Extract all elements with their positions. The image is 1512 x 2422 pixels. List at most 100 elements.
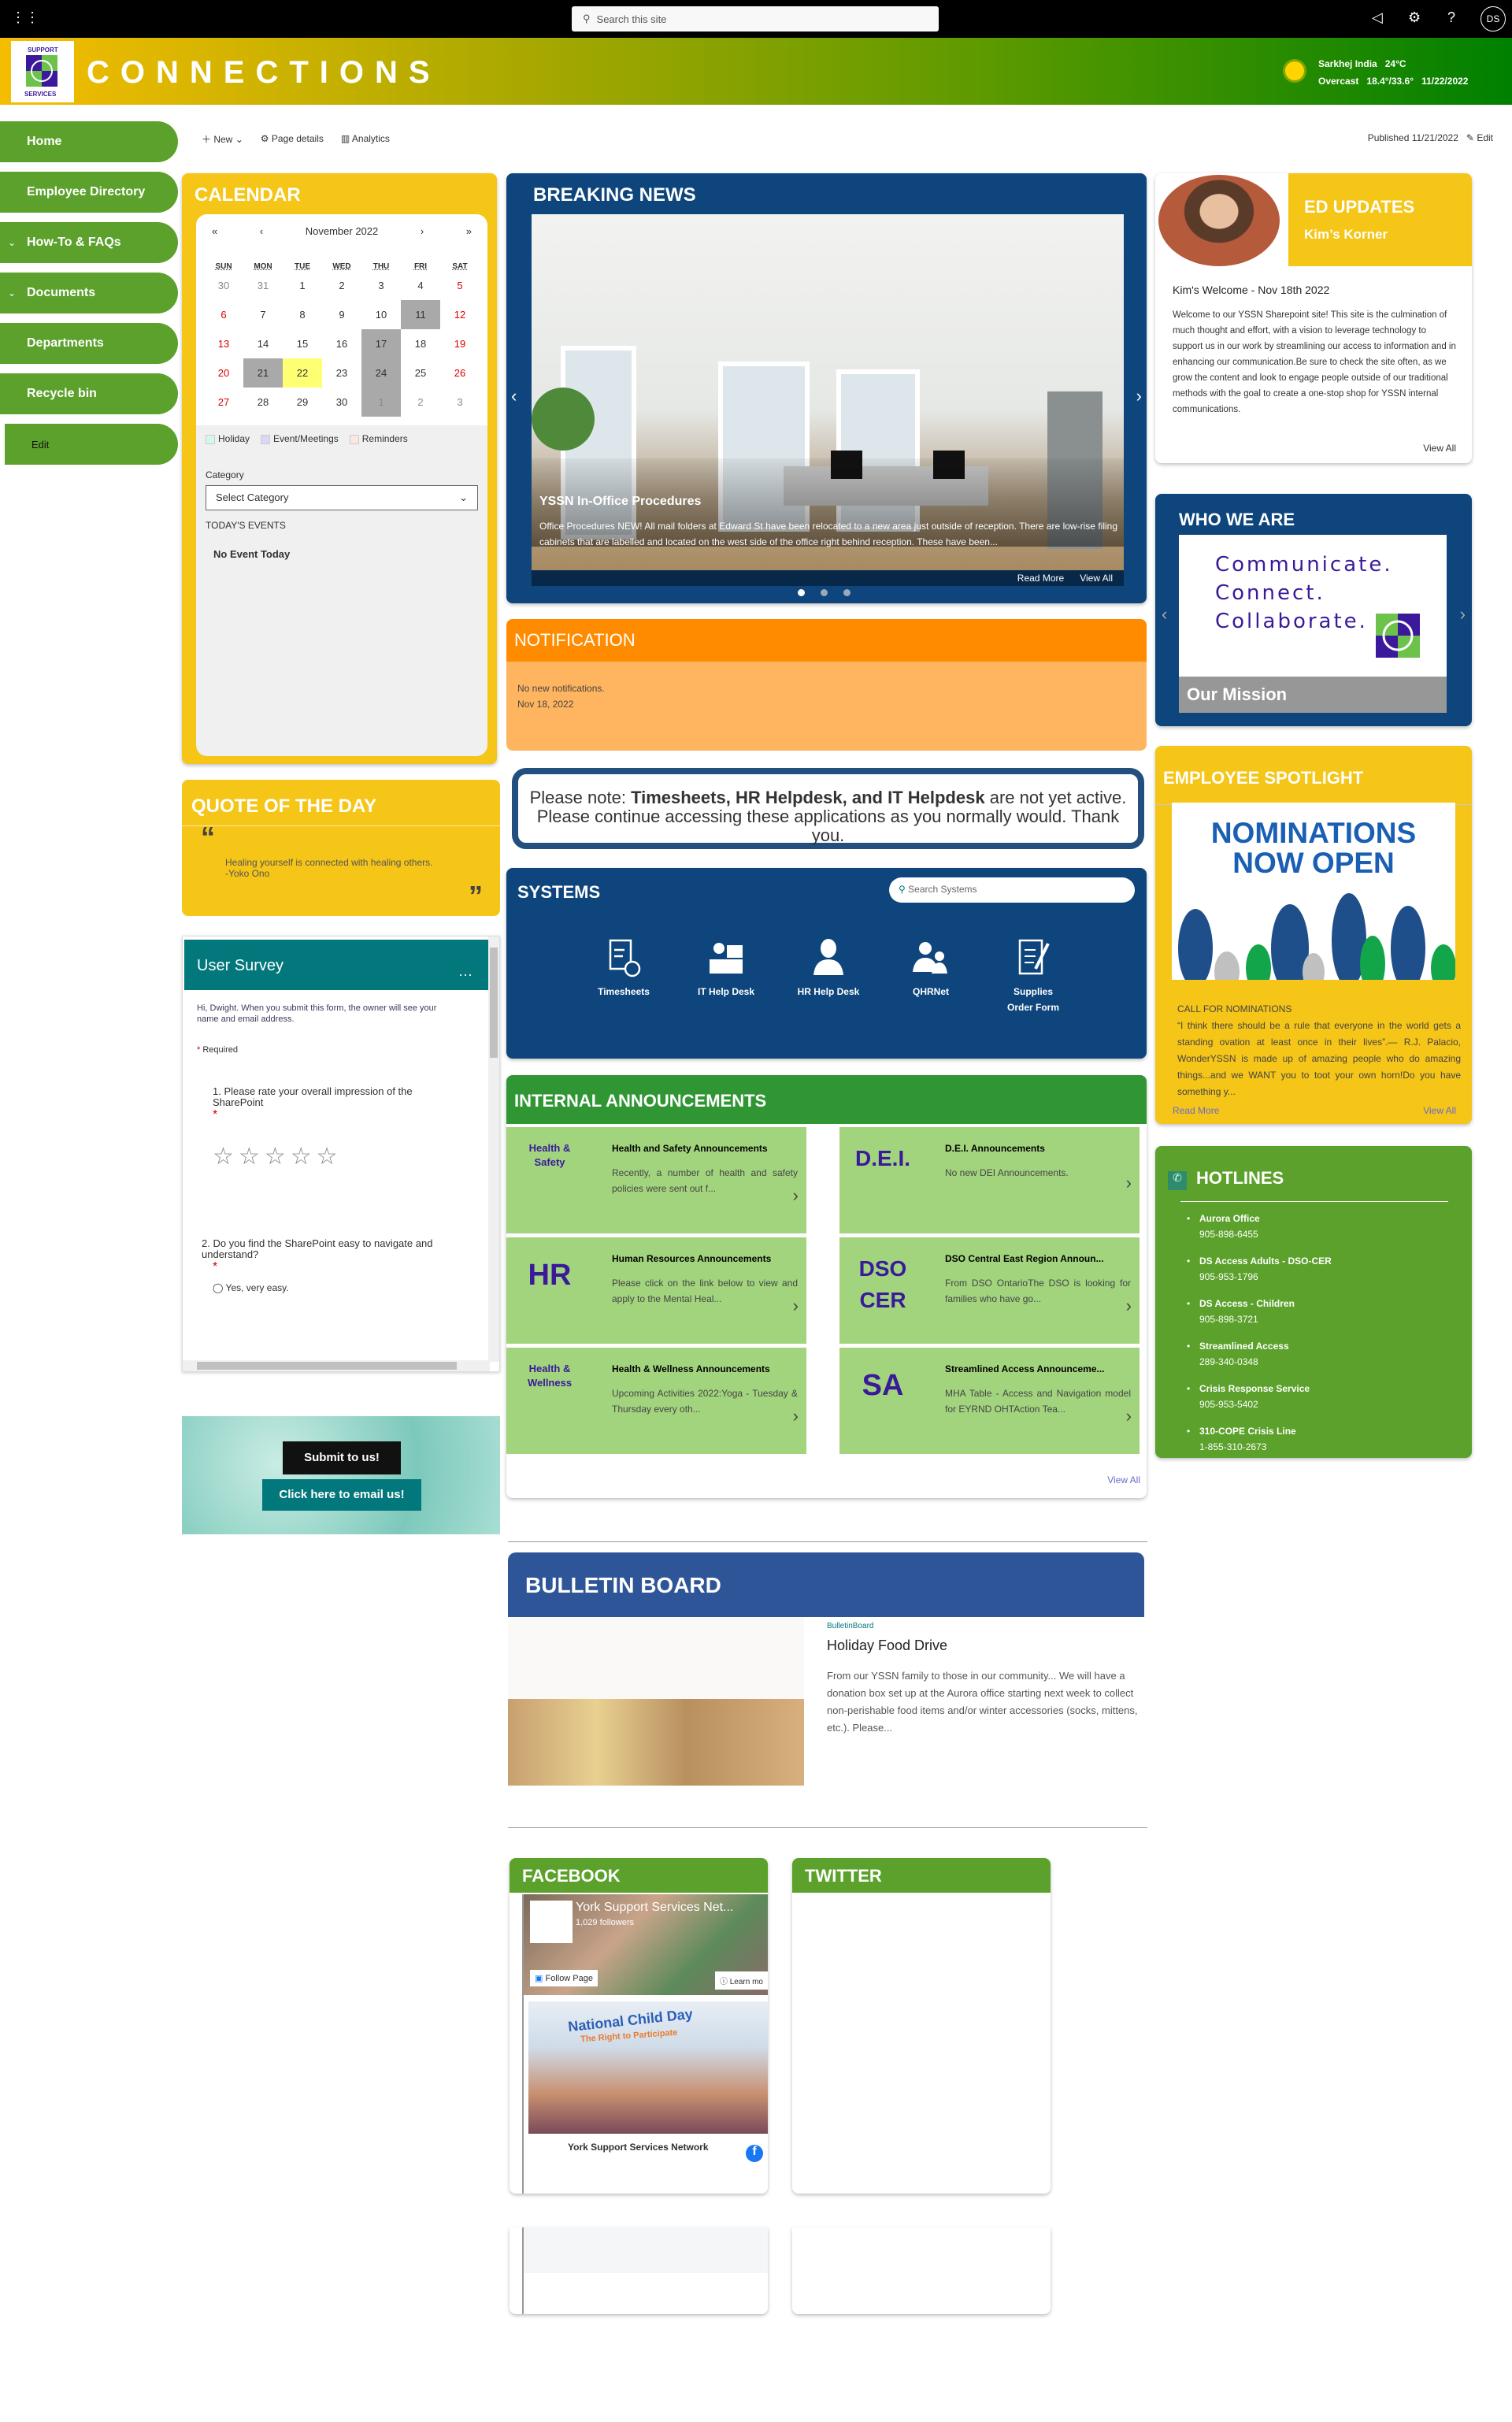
chevron-right-icon[interactable]: › [793,1296,799,1316]
calendar-day[interactable]: 31 [243,271,283,300]
calendar-day[interactable]: 4 [401,271,440,300]
chevron-right-icon[interactable]: › [1136,386,1142,406]
calendar-day[interactable]: 5 [440,271,480,300]
star-icon[interactable]: ☆ [265,1144,291,1170]
system-hr-help-desk[interactable]: HR Help Desk [793,937,864,1000]
calendar-day[interactable]: 30 [322,388,361,417]
calendar-day[interactable]: 17 [361,329,401,358]
horizontal-scrollbar[interactable] [183,1360,490,1371]
help-icon[interactable]: ? [1447,9,1455,26]
site-search-input[interactable]: ⚲ Search this site [572,6,939,32]
hotline-phone[interactable]: 905-953-5402 [1199,1396,1332,1412]
calendar-day[interactable]: 15 [283,329,322,358]
calendar-day[interactable]: 25 [401,358,440,388]
hotline-phone[interactable]: 905-898-3721 [1199,1311,1332,1327]
next-month-button[interactable]: › [421,225,424,237]
calendar-day[interactable]: 1 [283,271,322,300]
site-title[interactable]: CONNECTIONS [87,55,441,91]
announcement-title[interactable]: Streamlined Access Announceme... [945,1363,1126,1374]
nav-item-how-to-faqs[interactable]: ⌄ How-To & FAQs [0,222,178,263]
chevron-right-icon[interactable]: › [1460,604,1466,625]
radio-option[interactable]: ◯ Yes, very easy. [183,1274,499,1301]
next-year-button[interactable]: » [466,225,472,237]
site-logo[interactable]: SUPPORT SERVICES [11,41,74,102]
system-it-help-desk[interactable]: IT Help Desk [691,937,762,1000]
chevron-right-icon[interactable]: › [793,1185,799,1206]
app-launcher-icon[interactable]: ⋮⋮ [11,9,39,26]
chevron-right-icon[interactable]: › [1126,1173,1132,1193]
announcement-tile[interactable]: Health & Wellness Health & Wellness Annou… [506,1348,806,1454]
calendar-day[interactable]: 20 [204,358,243,388]
calendar-day[interactable]: 2 [322,271,361,300]
star-icon[interactable]: ☆ [239,1144,265,1170]
calendar-day[interactable]: 19 [440,329,480,358]
bulletin-category[interactable]: BulletinBoard [827,1622,873,1630]
calendar-day[interactable]: 13 [204,329,243,358]
calendar-day[interactable]: 11 [401,300,440,329]
nav-item-edit[interactable]: Edit [5,424,178,465]
spotlight-image[interactable]: NOMINATIONS NOW OPEN [1172,803,1455,980]
facebook-post-image[interactable]: National Child Day The Right to Particip… [528,2001,768,2134]
prev-year-button[interactable]: « [212,225,217,237]
announcement-title[interactable]: Human Resources Announcements [612,1253,793,1264]
facebook-page-name[interactable]: York Support Services Net... [576,1901,733,1915]
read-more-link[interactable]: Read More [1173,1105,1219,1116]
learn-more-button[interactable]: ⓘ Learn mo [714,1971,768,1990]
more-options-icon[interactable]: ··· [458,966,472,983]
calendar-day[interactable]: 14 [243,329,283,358]
systems-search-input[interactable]: ⚲ Search Systems [889,877,1135,903]
facebook-icon[interactable]: f [746,2145,763,2162]
news-headline[interactable]: YSSN In-Office Procedures [539,495,701,509]
system-timesheets[interactable]: Timesheets [588,937,659,1000]
nav-item-recycle-bin[interactable]: Recycle bin [0,373,178,414]
calendar-day[interactable]: 29 [283,388,322,417]
chevron-left-icon[interactable]: ‹ [511,386,517,406]
read-more-link[interactable]: Read More [1017,573,1064,584]
announcement-tile[interactable]: DSO CER DSO Central East Region Announ...… [839,1237,1140,1344]
carousel-dot[interactable] [798,589,805,596]
hotline-phone[interactable]: 905-953-1796 [1199,1269,1332,1285]
prev-month-button[interactable]: ‹ [260,225,263,237]
announcement-title[interactable]: Health and Safety Announcements [612,1143,793,1154]
calendar-day[interactable]: 18 [401,329,440,358]
follow-page-button[interactable]: ▣ Follow Page [530,1970,598,1986]
submit-button[interactable]: Submit to us! [283,1441,401,1474]
star-icon[interactable]: ☆ [213,1144,239,1170]
calendar-day[interactable]: 26 [440,358,480,388]
nav-item-departments[interactable]: Departments [0,323,178,364]
gear-icon[interactable]: ⚙ [1408,9,1421,26]
megaphone-icon[interactable]: ◁ [1372,9,1383,26]
facebook-post-author[interactable]: York Support Services Network [524,2134,713,2153]
chevron-right-icon[interactable]: › [1126,1406,1132,1426]
facebook-cover[interactable]: York Support Services Net... 1,029 follo… [524,1894,768,1995]
calendar-day[interactable]: 2 [401,388,440,417]
announcement-title[interactable]: Health & Wellness Announcements [612,1363,793,1374]
calendar-day[interactable]: 1 [361,388,401,417]
star-icon[interactable]: ☆ [291,1144,317,1170]
carousel-dot[interactable] [821,589,828,596]
announcement-title[interactable]: D.E.I. Announcements [945,1143,1126,1154]
new-button[interactable]: ＋ New ⌄ [202,132,243,146]
calendar-day[interactable]: 6 [204,300,243,329]
view-all-link[interactable]: View All [1423,443,1456,454]
page-details-button[interactable]: ⚙ Page details [261,133,324,144]
calendar-day[interactable]: 12 [440,300,480,329]
chevron-down-icon[interactable]: ⌄ [8,287,16,299]
mission-caption[interactable]: Our Mission [1179,677,1447,713]
system-supplies-order-form[interactable]: Supplies Order Form [998,937,1069,1015]
chevron-right-icon[interactable]: › [1126,1296,1132,1316]
post-title[interactable]: Kim's Welcome - Nov 18th 2022 [1173,284,1329,296]
calendar-day[interactable]: 3 [361,271,401,300]
mission-image[interactable]: Communicate. Connect. Collaborate. [1179,535,1447,677]
analytics-button[interactable]: ▥ Analytics [341,133,390,144]
avatar[interactable]: DS [1480,6,1506,32]
news-image[interactable]: YSSN In-Office Procedures Office Procedu… [532,214,1124,570]
hotline-phone[interactable]: 1-855-310-2673 [1199,1439,1332,1455]
edit-button[interactable]: ✎ Edit [1466,132,1493,143]
bulletin-image[interactable] [508,1617,804,1786]
announcement-tile[interactable]: D.E.I. D.E.I. Announcements No new DEI Ann… [839,1127,1140,1233]
announcement-title[interactable]: DSO Central East Region Announ... [945,1253,1126,1264]
view-all-link[interactable]: View All [1423,1105,1456,1116]
calendar-day[interactable]: 8 [283,300,322,329]
hotline-phone[interactable]: 905-898-6455 [1199,1226,1332,1242]
